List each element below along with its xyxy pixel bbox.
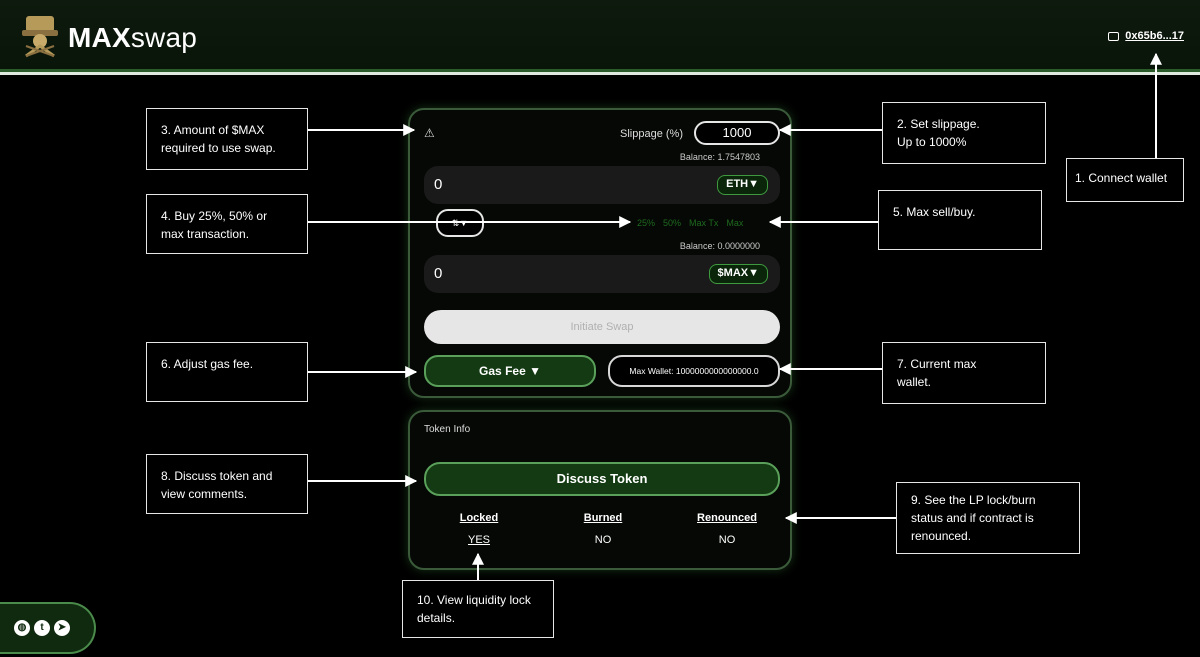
brand-name-bold: MAX — [68, 22, 131, 53]
social-links: ◍ t ➤ — [0, 602, 96, 654]
renounced-value: NO — [718, 534, 736, 546]
swap-panel: ⚠ Slippage (%) 1000 Balance: 1.7547803 0… — [408, 108, 792, 398]
note-buy-percent: 4. Buy 25%, 50% or max transaction. — [146, 194, 308, 254]
to-amount-field[interactable]: 0 $MAX▼ — [424, 255, 780, 293]
discuss-token-button[interactable]: Discuss Token — [424, 462, 780, 496]
note-adjust-gas: 6. Adjust gas fee. — [146, 342, 308, 402]
globe-icon[interactable]: ◍ — [14, 620, 30, 636]
percent-options: 25% 50% Max Tx Max — [637, 218, 743, 228]
token-info-panel: Token Info Discuss Token Locked YES Burn… — [408, 410, 792, 570]
max-wallet-display: Max Wallet: 1000000000000000.0 — [608, 355, 780, 387]
wallet-connect[interactable]: 0x65b6...17 — [1108, 30, 1184, 42]
note-lp-status: 9. See the LP lock/burn status and if co… — [896, 482, 1080, 554]
renounced-status: Renounced NO — [682, 512, 772, 546]
initiate-swap-button[interactable]: Initiate Swap — [424, 310, 780, 344]
note-connect-wallet: 1. Connect wallet — [1066, 158, 1184, 202]
token-info-title: Token Info — [424, 424, 471, 435]
wallet-address[interactable]: 0x65b6...17 — [1125, 30, 1184, 42]
locked-status: Locked YES — [434, 512, 524, 546]
to-balance: Balance: 0.0000000 — [679, 241, 760, 251]
from-token-select[interactable]: ETH▼ — [717, 175, 768, 195]
wallet-icon — [1108, 31, 1120, 41]
from-amount[interactable]: 0 — [434, 176, 442, 193]
locked-value-link[interactable]: YES — [434, 534, 524, 546]
app-header: MAXswap 0x65b6...17 — [0, 0, 1200, 75]
note-set-slippage: 2. Set slippage. Up to 1000% — [882, 102, 1046, 164]
burned-header: Burned — [583, 512, 623, 524]
telegram-icon[interactable]: ➤ — [54, 620, 70, 636]
note-max-wallet: 7. Current max wallet. — [882, 342, 1046, 404]
percent-50-button[interactable]: 50% — [663, 218, 681, 228]
brand-name-light: swap — [130, 22, 197, 53]
note-liquidity-lock: 10. View liquidity lock details. — [402, 580, 554, 638]
slippage-input[interactable]: 1000 — [694, 121, 780, 145]
max-tx-button[interactable]: Max Tx — [689, 218, 718, 228]
max-button[interactable]: Max — [726, 218, 743, 228]
to-token-select[interactable]: $MAX▼ — [708, 264, 768, 284]
locked-header: Locked — [459, 512, 499, 524]
burned-status: Burned NO — [558, 512, 648, 546]
note-discuss-token: 8. Discuss token and view comments. — [146, 454, 308, 514]
note-max-sell-buy: 5. Max sell/buy. — [878, 190, 1042, 250]
renounced-header: Renounced — [697, 512, 757, 524]
warning-triangle-icon[interactable]: ⚠ — [424, 126, 435, 140]
switch-direction-button[interactable]: ⇅▼ — [436, 209, 484, 237]
percent-25-button[interactable]: 25% — [637, 218, 655, 228]
from-amount-field[interactable]: 0 ETH▼ — [424, 166, 780, 204]
logo-icon — [22, 16, 58, 58]
note-max-required: 3. Amount of $MAX required to use swap. — [146, 108, 308, 170]
brand-logo[interactable]: MAXswap — [68, 22, 197, 54]
to-amount[interactable]: 0 — [434, 265, 442, 282]
from-balance: Balance: 1.7547803 — [679, 152, 760, 162]
burned-value: NO — [594, 534, 612, 546]
gas-fee-button[interactable]: Gas Fee ▼ — [424, 355, 596, 387]
slippage-label: Slippage (%) — [620, 128, 683, 140]
twitter-icon[interactable]: t — [34, 620, 50, 636]
